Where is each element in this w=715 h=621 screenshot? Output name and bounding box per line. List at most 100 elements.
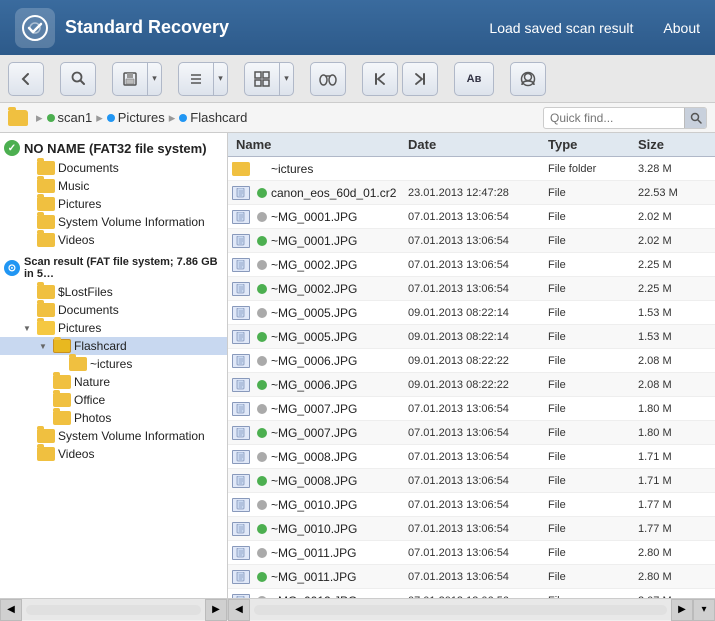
breadcrumb-flashcard[interactable]: Flashcard bbox=[179, 110, 247, 125]
scroll-left-tree[interactable]: ◀ bbox=[0, 599, 22, 621]
font-button[interactable]: Aв bbox=[454, 62, 494, 96]
fc-type: File bbox=[548, 451, 638, 463]
quick-find[interactable] bbox=[543, 107, 707, 129]
fc-date: 07.01.2013 13:06:54 bbox=[408, 451, 548, 463]
search-button[interactable] bbox=[60, 62, 96, 96]
fc-size: 2.02 M bbox=[638, 235, 715, 247]
tree-item-tilde-ictures[interactable]: ~ictures bbox=[0, 355, 227, 373]
file-row[interactable]: ~MG_0011.JPG 07.01.2013 13:06:54 File 2.… bbox=[228, 565, 715, 589]
tree-item-documents-1[interactable]: Documents bbox=[0, 159, 227, 177]
file-thumb bbox=[232, 186, 250, 200]
file-row[interactable]: ~MG_0002.JPG 07.01.2013 13:06:54 File 2.… bbox=[228, 253, 715, 277]
file-row[interactable]: ~MG_0006.JPG 09.01.2013 08:22:22 File 2.… bbox=[228, 349, 715, 373]
file-row[interactable]: ~MG_0001.JPG 07.01.2013 13:06:54 File 2.… bbox=[228, 229, 715, 253]
file-row[interactable]: ~MG_0006.JPG 09.01.2013 08:22:22 File 2.… bbox=[228, 373, 715, 397]
fc-filename: ~MG_0010.JPG bbox=[271, 498, 357, 512]
app-logo bbox=[15, 8, 55, 48]
fc-date: 07.01.2013 13:06:56 bbox=[408, 595, 548, 599]
binoculars-button[interactable] bbox=[310, 62, 346, 96]
tree-item-svi-1[interactable]: System Volume Information bbox=[0, 213, 227, 231]
fc-status bbox=[253, 544, 271, 562]
view-arrow[interactable]: ▾ bbox=[279, 63, 293, 95]
save-dropdown[interactable]: ▾ bbox=[112, 62, 162, 96]
next-button[interactable] bbox=[402, 62, 438, 96]
tree-item-documents-2[interactable]: Documents bbox=[0, 301, 227, 319]
file-row[interactable]: ~MG_0012.JPG 07.01.2013 13:06:56 File 2.… bbox=[228, 589, 715, 598]
breadcrumb-pictures[interactable]: Pictures bbox=[107, 110, 165, 125]
header-nav: Load saved scan result About bbox=[489, 20, 700, 36]
file-scrollbar-h[interactable]: ◀ ▶ ▾ bbox=[228, 599, 715, 620]
scroll-down-file[interactable]: ▾ bbox=[693, 599, 715, 621]
tree-item-flashcard[interactable]: ▼ Flashcard bbox=[0, 337, 227, 355]
file-thumb bbox=[232, 330, 250, 344]
tree-item-videos-1[interactable]: Videos bbox=[0, 231, 227, 249]
folder-icon-flashcard bbox=[53, 339, 71, 353]
file-row[interactable]: ~MG_0007.JPG 07.01.2013 13:06:54 File 1.… bbox=[228, 421, 715, 445]
file-row[interactable]: ~MG_0008.JPG 07.01.2013 13:06:54 File 1.… bbox=[228, 469, 715, 493]
fc-type: File bbox=[548, 355, 638, 367]
quick-find-input[interactable] bbox=[544, 111, 684, 125]
tree-scrollbar-h[interactable]: ◀ ▶ bbox=[0, 599, 228, 620]
quick-find-search-button[interactable] bbox=[684, 107, 706, 129]
tree-item-svi-2[interactable]: System Volume Information bbox=[0, 427, 227, 445]
fc-status bbox=[253, 256, 271, 274]
folder-icon-photos bbox=[53, 411, 71, 425]
fc-size: 2.07 M bbox=[638, 595, 715, 599]
file-row[interactable]: ~MG_0005.JPG 09.01.2013 08:22:14 File 1.… bbox=[228, 325, 715, 349]
tree-item-music[interactable]: Music bbox=[0, 177, 227, 195]
folder-icon-bc bbox=[8, 110, 28, 126]
file-row[interactable]: ~MG_0008.JPG 07.01.2013 13:06:54 File 1.… bbox=[228, 445, 715, 469]
fc-type: File bbox=[548, 523, 638, 535]
tree-item-lostfiles[interactable]: $LostFiles bbox=[0, 283, 227, 301]
back-button[interactable] bbox=[8, 62, 44, 96]
fc-date: 07.01.2013 13:06:54 bbox=[408, 235, 548, 247]
about-link[interactable]: About bbox=[663, 20, 700, 36]
tree-item-videos-2[interactable]: Videos bbox=[0, 445, 227, 463]
status-dot-green bbox=[257, 572, 267, 582]
tree-item-photos[interactable]: Photos bbox=[0, 409, 227, 427]
fc-name: ~MG_0010.JPG bbox=[228, 520, 408, 538]
fc-size: 2.08 M bbox=[638, 355, 715, 367]
tree-item-nature[interactable]: Nature bbox=[0, 373, 227, 391]
fc-size: 2.02 M bbox=[638, 211, 715, 223]
list-arrow[interactable]: ▾ bbox=[213, 63, 227, 95]
breadcrumb-scan1[interactable]: scan1 bbox=[47, 110, 93, 125]
fc-name: ~MG_0005.JPG bbox=[228, 328, 408, 346]
prev-button[interactable] bbox=[362, 62, 398, 96]
folder-icon-nature bbox=[53, 375, 71, 389]
scroll-track-tree[interactable] bbox=[26, 605, 201, 615]
file-row[interactable]: canon_eos_60d_01.cr2 23.01.2013 12:47:28… bbox=[228, 181, 715, 205]
file-thumb bbox=[232, 258, 250, 272]
scroll-left-file[interactable]: ◀ bbox=[228, 599, 250, 621]
scroll-right-tree[interactable]: ▶ bbox=[205, 599, 227, 621]
file-row[interactable]: ~MG_0005.JPG 09.01.2013 08:22:14 File 1.… bbox=[228, 301, 715, 325]
list-main[interactable] bbox=[179, 63, 213, 95]
file-row[interactable]: ~MG_0011.JPG 07.01.2013 13:06:54 File 2.… bbox=[228, 541, 715, 565]
save-main[interactable] bbox=[113, 63, 147, 95]
fc-type: File bbox=[548, 307, 638, 319]
profile-button[interactable] bbox=[510, 62, 546, 96]
load-scan-link[interactable]: Load saved scan result bbox=[489, 20, 633, 36]
file-row[interactable]: ~MG_0002.JPG 07.01.2013 13:06:54 File 2.… bbox=[228, 277, 715, 301]
view-dropdown[interactable]: ▾ bbox=[244, 62, 294, 96]
scroll-right-file[interactable]: ▶ bbox=[671, 599, 693, 621]
save-arrow[interactable]: ▾ bbox=[147, 63, 161, 95]
view-main[interactable] bbox=[245, 63, 279, 95]
file-row[interactable]: ~MG_0010.JPG 07.01.2013 13:06:54 File 1.… bbox=[228, 493, 715, 517]
fc-status bbox=[253, 304, 271, 322]
fc-status bbox=[253, 160, 271, 178]
status-dot-gray bbox=[257, 548, 267, 558]
scroll-track-file[interactable] bbox=[254, 605, 667, 615]
file-row[interactable]: ~MG_0010.JPG 07.01.2013 13:06:54 File 1.… bbox=[228, 517, 715, 541]
fc-date: 09.01.2013 08:22:22 bbox=[408, 379, 548, 391]
file-row[interactable]: ~ictures File folder 3.28 M bbox=[228, 157, 715, 181]
tree-item-office[interactable]: Office bbox=[0, 391, 227, 409]
fc-date: 07.01.2013 13:06:54 bbox=[408, 499, 548, 511]
list-dropdown[interactable]: ▾ bbox=[178, 62, 228, 96]
fc-filename: ~MG_0011.JPG bbox=[271, 546, 357, 560]
tree-item-pictures-2[interactable]: ▼ Pictures bbox=[0, 319, 227, 337]
file-row[interactable]: ~MG_0007.JPG 07.01.2013 13:06:54 File 1.… bbox=[228, 397, 715, 421]
tree-item-pictures-1[interactable]: Pictures bbox=[0, 195, 227, 213]
file-thumb bbox=[232, 522, 250, 536]
file-row[interactable]: ~MG_0001.JPG 07.01.2013 13:06:54 File 2.… bbox=[228, 205, 715, 229]
